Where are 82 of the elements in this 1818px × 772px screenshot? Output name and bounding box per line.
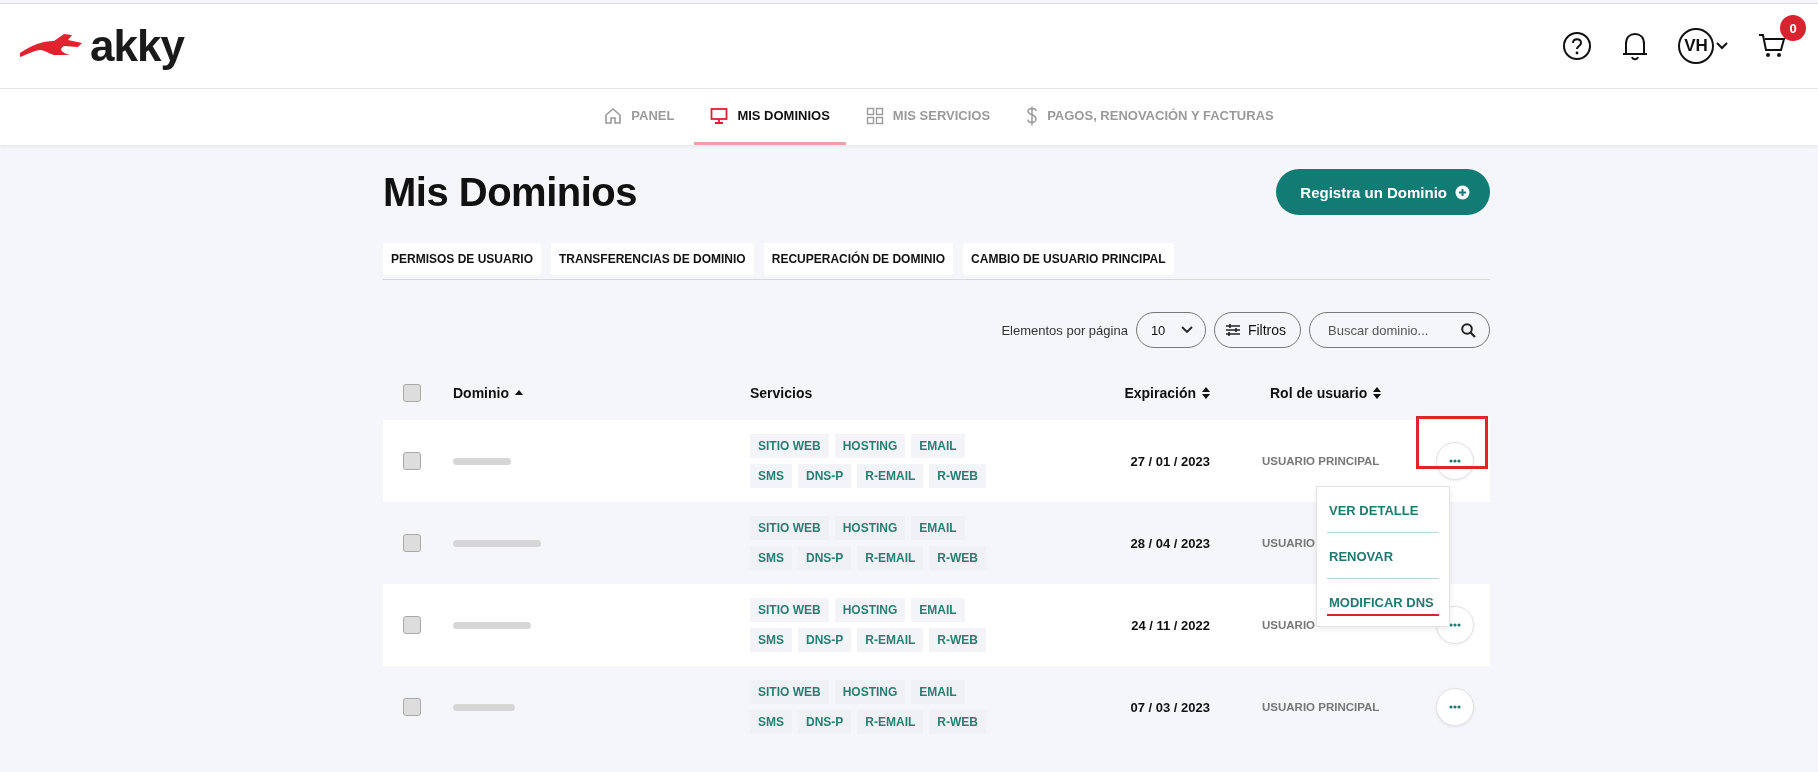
service-tag: R-WEB xyxy=(929,710,987,734)
blurred-domain-name[interactable] xyxy=(453,457,511,465)
sort-up-icon xyxy=(515,390,523,396)
user-role: USUARIO PRINCIPAL xyxy=(1262,701,1381,713)
dollar-icon xyxy=(1026,105,1039,126)
service-tag: R-EMAIL xyxy=(857,628,924,652)
user-avatar[interactable]: VH xyxy=(1678,28,1714,64)
service-tag: SMS xyxy=(750,710,792,734)
checkbox[interactable] xyxy=(403,452,421,470)
service-tag: SMS xyxy=(750,628,792,652)
service-tag: R-WEB xyxy=(929,546,987,570)
checkbox[interactable] xyxy=(403,534,421,552)
bell-icon[interactable] xyxy=(1622,31,1648,61)
user-role: USUARIO PRINCIPAL xyxy=(1262,455,1381,467)
service-tag: R-WEB xyxy=(929,464,987,488)
logo-wordmark[interactable]: akky xyxy=(90,24,184,68)
sort-icon xyxy=(1202,387,1210,399)
search-field[interactable]: Buscar dominio... xyxy=(1309,312,1490,348)
service-tag: SMS xyxy=(750,546,792,570)
service-tag: SITIO WEB xyxy=(750,516,829,540)
service-tag: R-EMAIL xyxy=(857,464,924,488)
sub-nav-link[interactable]: TRANSFERENCIAS DE DOMINIO xyxy=(551,243,754,275)
monitor-icon xyxy=(710,106,729,125)
column-header: Servicios xyxy=(750,385,814,401)
per-page-label: Elementos por página xyxy=(1001,322,1128,338)
expiration-date: 07 / 03 / 2023 xyxy=(1129,699,1210,715)
service-tag: SITIO WEB xyxy=(750,434,829,458)
service-tag: SITIO WEB xyxy=(750,598,829,622)
grid-icon xyxy=(865,106,884,125)
sub-nav-link[interactable]: PERMISOS DE USUARIO xyxy=(383,243,542,275)
house-icon xyxy=(604,106,623,125)
ellipsis-icon xyxy=(1449,705,1461,709)
column-header[interactable]: Rol de usuario xyxy=(1270,385,1420,401)
blurred-domain-name[interactable] xyxy=(453,703,515,711)
expiration-date: 27 / 01 / 2023 xyxy=(1129,453,1210,469)
checkbox[interactable] xyxy=(403,384,421,402)
search-icon xyxy=(1461,323,1476,338)
service-tag: EMAIL xyxy=(911,598,965,622)
service-tag: DNS-P xyxy=(798,710,852,734)
menu-item[interactable]: MODIFICAR DNS xyxy=(1327,579,1439,616)
cart-icon xyxy=(1758,33,1786,59)
expiration-date: 24 / 11 / 2022 xyxy=(1130,617,1210,633)
page-title: Mis Dominios xyxy=(383,169,638,215)
service-tag: SMS xyxy=(750,464,792,488)
service-tag: DNS-P xyxy=(798,464,852,488)
help-icon[interactable] xyxy=(1562,31,1592,61)
service-tag: EMAIL xyxy=(911,516,965,540)
register-domain-button[interactable]: Registra un Dominio xyxy=(1276,169,1490,215)
service-tag: DNS-P xyxy=(798,628,852,652)
service-tag: R-WEB xyxy=(929,628,987,652)
menu-item[interactable]: VER DETALLE xyxy=(1327,487,1439,533)
blurred-domain-name[interactable] xyxy=(453,621,531,629)
service-tag: EMAIL xyxy=(911,680,965,704)
service-tag: DNS-P xyxy=(798,546,852,570)
cart-count-badge: 0 xyxy=(1780,15,1806,41)
sub-nav-link[interactable]: RECUPERACIÓN DE DOMINIO xyxy=(763,243,954,275)
service-tag: R-EMAIL xyxy=(857,710,924,734)
chevron-down-icon xyxy=(1716,42,1728,50)
service-tag: R-EMAIL xyxy=(857,546,924,570)
sub-nav-link[interactable]: CAMBIO DE USUARIO PRINCIPAL xyxy=(963,243,1174,275)
ellipsis-icon xyxy=(1449,623,1461,627)
service-tag: HOSTING xyxy=(834,516,906,540)
user-role: USUARIO xyxy=(1262,619,1317,631)
user-role: USUARIO xyxy=(1262,537,1317,549)
service-tag: HOSTING xyxy=(834,598,906,622)
expiration-date: 28 / 04 / 2023 xyxy=(1129,535,1210,551)
sort-icon xyxy=(1373,387,1382,399)
nav-tab[interactable]: MIS DOMINIOS xyxy=(694,89,846,145)
ellipsis-icon xyxy=(1449,459,1461,463)
column-header[interactable]: Expiración xyxy=(1050,385,1210,401)
checkbox[interactable] xyxy=(403,698,421,716)
sliders-icon xyxy=(1224,324,1241,336)
service-tag: EMAIL xyxy=(911,434,965,458)
menu-item[interactable]: RENOVAR xyxy=(1327,533,1439,579)
plus-circle-icon xyxy=(1455,184,1470,200)
column-header[interactable]: Dominio xyxy=(453,385,750,401)
service-tag: HOSTING xyxy=(834,680,906,704)
blurred-domain-name[interactable] xyxy=(453,539,541,547)
chevron-down-icon xyxy=(1180,326,1193,334)
checkbox[interactable] xyxy=(403,616,421,634)
service-tag: HOSTING xyxy=(834,434,906,458)
service-tag: SITIO WEB xyxy=(750,680,829,704)
